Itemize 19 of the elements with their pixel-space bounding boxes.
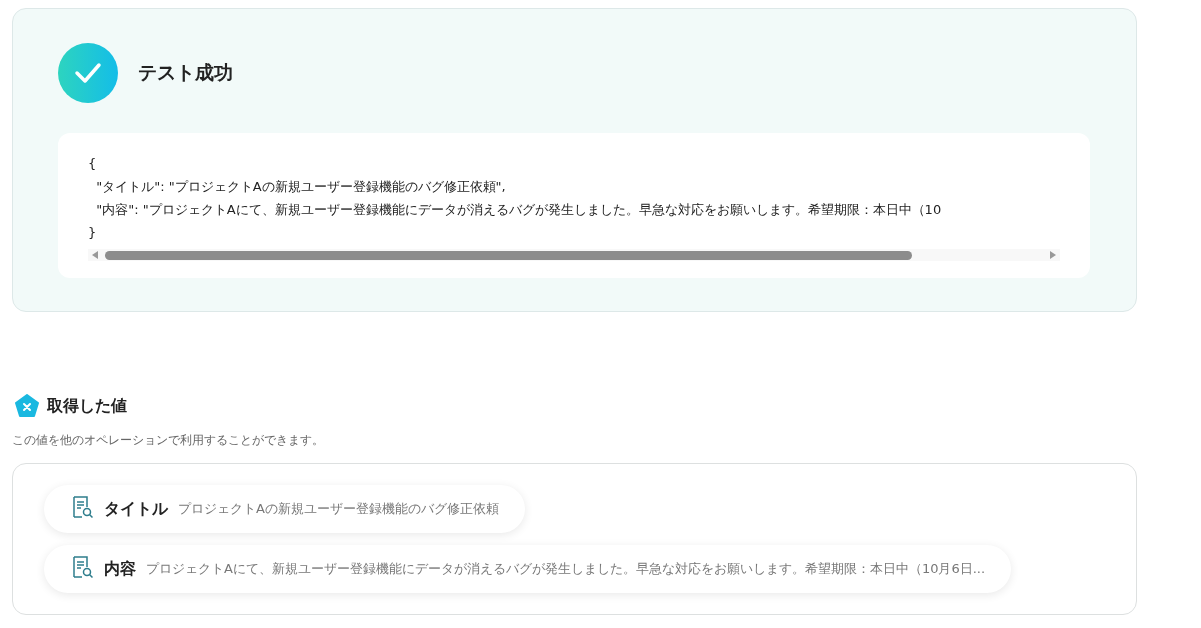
code-line: {: [88, 155, 97, 173]
code-line: "内容": "プロジェクトAにて、新規ユーザー登録機能にデータが消えるバグが発生しました。早急な対応をお願いします。希望期限：本日中（10: [95, 201, 942, 219]
value-chip[interactable]: タイトル プロジェクトAの新規ユーザー登録機能のバグ修正依頼: [44, 485, 525, 533]
document-search-icon: [70, 555, 94, 579]
scrollbar-thumb[interactable]: [105, 250, 912, 260]
code-line: }: [88, 224, 97, 242]
value-label: 内容: [104, 558, 136, 580]
pentagon-icon: [15, 394, 39, 418]
value-label: タイトル: [104, 498, 168, 520]
value-text: プロジェクトAにて、新規ユーザー登録機能にデータが消えるバグが発生しました。早急な対応をお願いします。希望期限：本日中（10月6日...: [146, 560, 986, 578]
document-search-icon: [70, 495, 94, 519]
scroll-left-icon[interactable]: [91, 250, 99, 260]
scroll-right-icon[interactable]: [1049, 250, 1057, 260]
status-title: テスト成功: [138, 60, 233, 85]
section-description: この値を他のオペレーションで利用することができます。: [12, 432, 325, 449]
value-chip[interactable]: 内容 プロジェクトAにて、新規ユーザー登録機能にデータが消えるバグが発生しました。早急な対応をお願いします。希望期限：本日中（10月6日...: [44, 545, 1012, 593]
code-line: "タイトル": "プロジェクトAの新規ユーザー登録機能のバグ修正依頼",: [95, 178, 506, 196]
value-text: プロジェクトAの新規ユーザー登録機能のバグ修正依頼: [178, 500, 499, 518]
section-title: 取得した値: [47, 395, 127, 417]
